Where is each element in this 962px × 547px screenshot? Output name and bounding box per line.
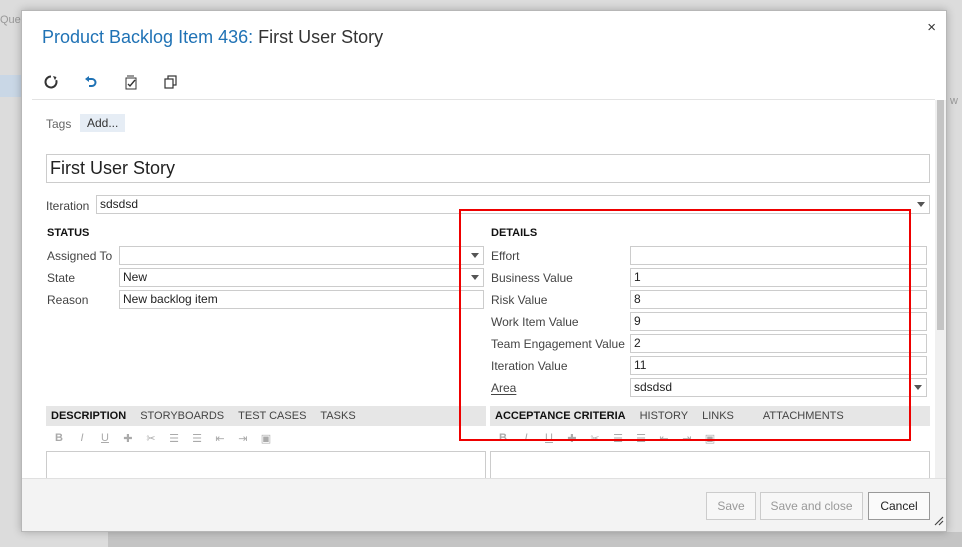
highlight-icon[interactable]: ✚: [565, 432, 579, 445]
tab-attachments[interactable]: ATTACHMENTS: [763, 410, 844, 422]
underline-button[interactable]: U: [98, 432, 112, 444]
undo-icon[interactable]: [80, 71, 102, 93]
italic-button[interactable]: I: [75, 432, 89, 444]
tab-storyboards[interactable]: STORYBOARDS: [140, 410, 224, 422]
work-item-title-field[interactable]: First User Story: [46, 154, 930, 183]
tab-test-cases[interactable]: TEST CASES: [238, 410, 306, 422]
state-field[interactable]: New: [119, 268, 484, 287]
add-tag-button[interactable]: Add...: [80, 114, 126, 132]
acceptance-criteria-editor[interactable]: [490, 451, 930, 478]
iteration-label: Iteration: [46, 199, 90, 213]
reason-field[interactable]: New backlog item: [119, 290, 484, 309]
iteration-dropdown-icon[interactable]: [917, 202, 925, 207]
reason-value: New backlog item: [123, 292, 218, 306]
assigned-to-field[interactable]: [119, 246, 484, 265]
dialog-title: Product Backlog Item 436: First User Sto…: [42, 27, 383, 48]
assigned-to-dropdown-icon[interactable]: [471, 253, 479, 258]
save-button[interactable]: Save: [706, 492, 756, 520]
area-value: sdsdsd: [634, 380, 673, 394]
tab-links[interactable]: LINKS: [702, 410, 734, 422]
italic-button[interactable]: I: [519, 432, 533, 444]
acceptance-editor-toolbar: B I U ✚ ✂ ☰ ☰ ⇤ ⇥ ▣: [496, 429, 717, 447]
highlight-icon[interactable]: ✚: [121, 432, 135, 445]
cancel-button[interactable]: Cancel: [868, 492, 930, 520]
work-item-value-field[interactable]: 9: [630, 312, 927, 331]
description-editor[interactable]: [46, 451, 486, 478]
risk-value-field[interactable]: 8: [630, 290, 927, 309]
refresh-icon[interactable]: [40, 71, 62, 93]
font-color-icon[interactable]: ✂: [588, 432, 602, 445]
details-heading: DETAILS: [491, 227, 538, 239]
assigned-to-label: Assigned To: [47, 249, 113, 263]
tab-tasks[interactable]: TASKS: [320, 410, 355, 422]
work-item-value-label: Work Item Value: [491, 315, 579, 329]
insert-image-icon[interactable]: ▣: [259, 432, 273, 445]
outdent-icon[interactable]: ⇤: [657, 432, 671, 445]
business-value-label: Business Value: [491, 271, 573, 285]
tab-description[interactable]: DESCRIPTION: [51, 410, 126, 422]
background-nav-selection: [0, 75, 21, 97]
business-value-field[interactable]: 1: [630, 268, 927, 287]
state-label: State: [47, 271, 76, 285]
indent-icon[interactable]: ⇥: [680, 432, 694, 445]
numbered-list-icon[interactable]: ☰: [190, 432, 204, 445]
area-field[interactable]: sdsdsd: [630, 378, 927, 397]
outdent-icon[interactable]: ⇤: [213, 432, 227, 445]
description-editor-toolbar: B I U ✚ ✂ ☰ ☰ ⇤ ⇥ ▣: [52, 429, 273, 447]
area-label: Area: [491, 381, 517, 395]
iteration-value-field[interactable]: 11: [630, 356, 927, 375]
underline-button[interactable]: U: [542, 432, 556, 444]
right-tabs: ACCEPTANCE CRITERIA HISTORY LINKS ATTACH…: [490, 406, 930, 426]
scrollbar-thumb[interactable]: [937, 100, 944, 330]
tags-label: Tags: [46, 117, 72, 131]
bullet-list-icon[interactable]: ☰: [167, 432, 181, 445]
team-engagement-value-label: Team Engagement Value: [491, 337, 625, 351]
dialog-footer: Save Save and close Cancel: [22, 478, 946, 531]
save-and-close-button[interactable]: Save and close: [760, 492, 863, 520]
background-bottom-bar: [108, 532, 962, 547]
bold-button[interactable]: B: [496, 432, 510, 444]
font-color-icon[interactable]: ✂: [144, 432, 158, 445]
dialog-scrollbar[interactable]: [935, 100, 946, 480]
indent-icon[interactable]: ⇥: [236, 432, 250, 445]
iteration-field[interactable]: sdsdsd: [96, 195, 930, 214]
effort-field[interactable]: [630, 246, 927, 265]
copy-icon[interactable]: [160, 71, 182, 93]
state-dropdown-icon[interactable]: [471, 275, 479, 280]
toolbar-divider: [32, 99, 935, 100]
insert-image-icon[interactable]: ▣: [703, 432, 717, 445]
iteration-value-label: Iteration Value: [491, 359, 568, 373]
effort-label: Effort: [491, 249, 520, 263]
bullet-list-icon[interactable]: ☰: [611, 432, 625, 445]
tab-acceptance-criteria[interactable]: ACCEPTANCE CRITERIA: [495, 410, 626, 422]
bold-button[interactable]: B: [52, 432, 66, 444]
work-item-title-text: First User Story: [253, 27, 384, 47]
risk-value-label: Risk Value: [491, 293, 548, 307]
area-dropdown-icon[interactable]: [914, 385, 922, 390]
tab-history[interactable]: HISTORY: [640, 410, 689, 422]
team-engagement-value-field[interactable]: 2: [630, 334, 927, 353]
numbered-list-icon[interactable]: ☰: [634, 432, 648, 445]
work-item-link[interactable]: Product Backlog Item 436:: [42, 27, 253, 47]
status-heading: STATUS: [47, 227, 90, 239]
iteration-value: sdsdsd: [100, 197, 139, 211]
background-fragment-text: w: [950, 95, 958, 107]
close-icon[interactable]: ×: [927, 19, 936, 36]
state-value: New: [123, 270, 148, 284]
history-icon[interactable]: [120, 71, 142, 93]
work-item-dialog: Product Backlog Item 436: First User Sto…: [21, 10, 947, 532]
resize-grip-icon[interactable]: [932, 514, 944, 529]
left-tabs: DESCRIPTION STORYBOARDS TEST CASES TASKS: [46, 406, 486, 426]
toolbar: [40, 69, 182, 95]
reason-label: Reason: [47, 293, 89, 307]
